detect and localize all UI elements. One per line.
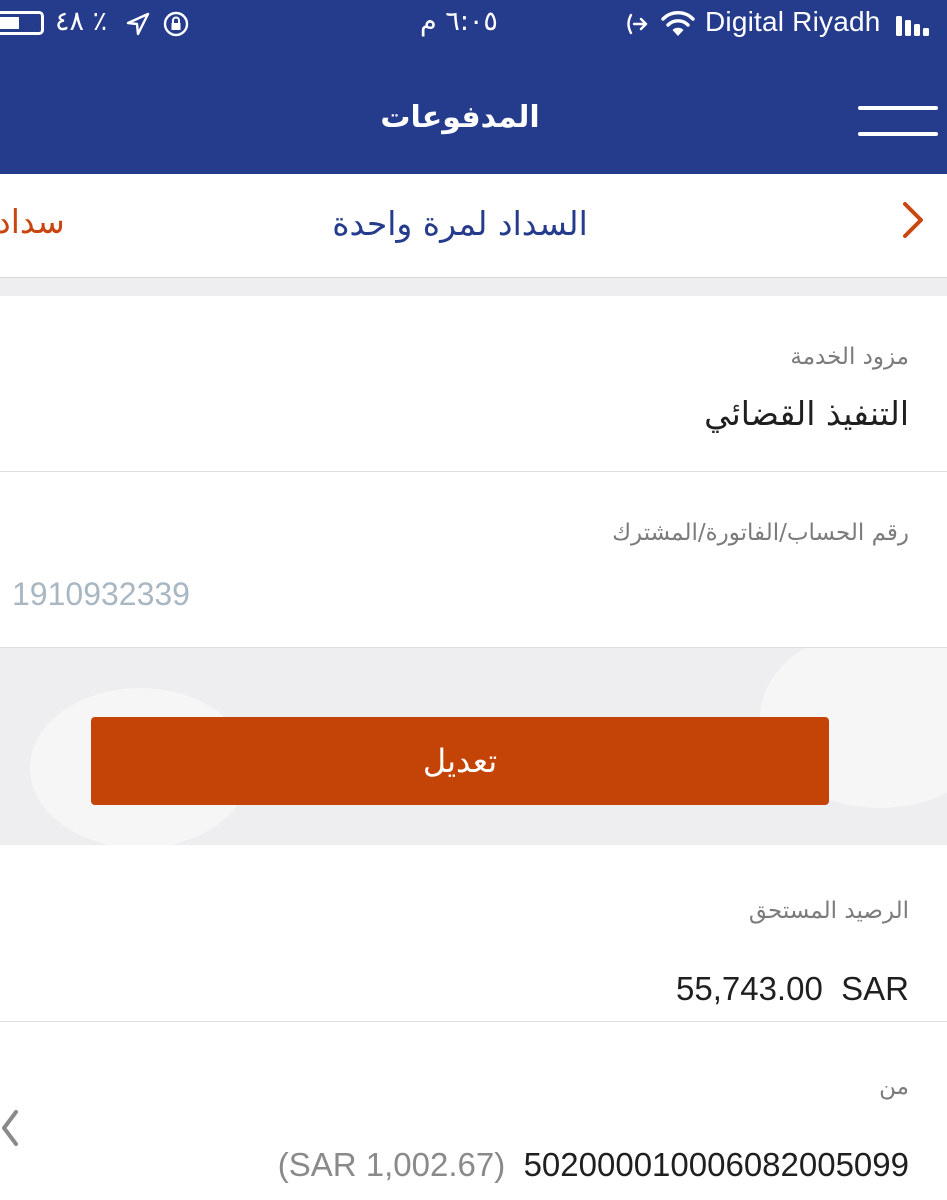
call-forward-icon — [627, 13, 648, 35]
hamburger-menu-icon[interactable] — [858, 104, 938, 140]
due-balance-currency: SAR — [841, 970, 909, 1007]
account-number-value[interactable]: 1910932339 — [12, 576, 190, 613]
status-time: ٦:٠٥ م — [420, 6, 498, 37]
orientation-lock-icon — [163, 11, 189, 37]
edit-button[interactable]: تعديل — [91, 717, 829, 805]
status-bar: ٪ ٤٨ ٦:٠٥ م Digital Riyadh — [0, 0, 947, 52]
tab-one-time-payment[interactable]: السداد لمرة واحدة — [300, 204, 620, 243]
from-account-field[interactable]: من (SAR 1,002.67) 502000010006082005099 — [0, 1022, 947, 1200]
tab-next-payment-type[interactable]: سداد — [0, 202, 65, 241]
due-balance-value: 55,743.00 SAR — [676, 970, 909, 1008]
carrier-name: Digital Riyadh — [705, 6, 881, 37]
payment-type-tabs: سداد السداد لمرة واحدة — [0, 174, 947, 278]
account-number-field[interactable]: رقم الحساب/الفاتورة/المشترك 1910932339 — [0, 472, 947, 648]
battery-percentage: ٪ ٤٨ — [55, 6, 108, 37]
from-account-value: (SAR 1,002.67) 502000010006082005099 — [278, 1146, 909, 1184]
service-provider-label: مزود الخدمة — [790, 344, 909, 370]
from-account-number: 502000010006082005099 — [523, 1146, 909, 1183]
due-balance-field: الرصيد المستحق 55,743.00 SAR — [0, 846, 947, 1022]
service-provider-field[interactable]: مزود الخدمة التنفيذ القضائي — [0, 296, 947, 472]
wifi-icon — [661, 11, 695, 36]
from-account-balance: (SAR 1,002.67) — [277, 1146, 506, 1183]
location-arrow-icon — [126, 12, 150, 36]
service-provider-value: التنفيذ القضائي — [704, 394, 909, 433]
chevron-left-icon[interactable] — [0, 1106, 22, 1150]
signal-icon — [896, 16, 929, 36]
chevron-right-icon[interactable] — [898, 200, 928, 240]
account-number-label: رقم الحساب/الفاتورة/المشترك — [612, 520, 909, 546]
page-title: المدفوعات — [380, 100, 540, 135]
section-divider — [0, 278, 947, 296]
app-header: ٪ ٤٨ ٦:٠٥ م Digital Riyadh المدفوعات — [0, 0, 947, 174]
battery-icon — [0, 11, 44, 35]
due-balance-label: الرصيد المستحق — [748, 898, 909, 924]
due-balance-amount: 55,743.00 — [675, 970, 823, 1007]
from-account-label: من — [879, 1074, 909, 1100]
